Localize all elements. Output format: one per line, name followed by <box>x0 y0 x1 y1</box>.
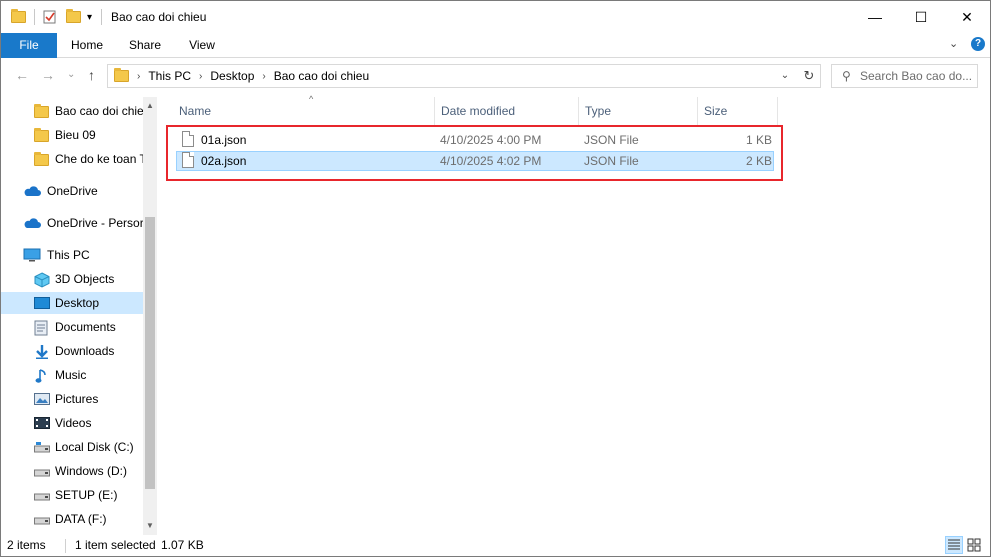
nav-item-che-do-ke-toan[interactable]: Che do ke toan T <box>1 148 143 170</box>
file-icon <box>182 131 194 147</box>
column-header-date-modified[interactable]: Date modified <box>435 97 579 125</box>
tab-share[interactable]: Share <box>121 33 169 58</box>
column-header-size[interactable]: Size <box>698 97 778 125</box>
breadcrumb-desktop[interactable]: Desktop <box>210 69 254 83</box>
tab-file[interactable]: File <box>1 33 57 58</box>
details-view-icon[interactable] <box>945 536 963 554</box>
music-icon <box>34 368 50 383</box>
table-row[interactable]: 01a.json 4/10/2025 4:00 PM JSON File 1 K… <box>176 130 774 150</box>
nav-item-music[interactable]: Music <box>1 364 143 386</box>
new-folder-icon[interactable] <box>66 9 81 25</box>
tab-view[interactable]: View <box>179 33 225 58</box>
nav-item-this-pc[interactable]: This PC <box>1 244 143 266</box>
nav-item-bieu-09[interactable]: Bieu 09 <box>1 124 143 146</box>
folder-icon <box>34 152 50 166</box>
expand-ribbon-icon[interactable]: ⌄ <box>949 37 958 50</box>
window-title: Bao cao doi chieu <box>111 10 207 24</box>
address-dropdown-icon[interactable]: ⌄ <box>776 65 794 87</box>
video-icon <box>34 416 50 430</box>
drive-icon <box>34 464 50 478</box>
breadcrumb-separator[interactable]: › <box>137 71 140 82</box>
nav-item-local-disk-c[interactable]: Local Disk (C:) <box>1 436 143 458</box>
cloud-icon <box>23 216 41 230</box>
search-icon: ⚲ <box>842 69 851 83</box>
scroll-up-icon[interactable]: ▲ <box>143 99 157 113</box>
help-icon[interactable]: ? <box>971 37 985 51</box>
customize-quick-access-icon[interactable]: ▾ <box>87 9 92 25</box>
column-header-type[interactable]: Type <box>579 97 698 125</box>
file-explorer-window: ▾ Bao cao doi chieu — ☐ ✕ File Home Shar… <box>0 0 991 557</box>
up-icon[interactable]: ↑ <box>88 67 95 83</box>
folder-icon <box>34 128 50 142</box>
nav-item-bao-cao-doi-chieu[interactable]: Bao cao doi chie <box>1 100 143 122</box>
file-icon <box>182 152 194 168</box>
ribbon-tabs: File Home Share View ⌄ ? <box>1 33 990 58</box>
navigation-pane: Bao cao doi chie Bieu 09 Che do ke toan … <box>1 97 157 535</box>
nav-item-documents[interactable]: Documents <box>1 316 143 338</box>
desktop-icon <box>34 296 50 310</box>
selection-count: 1 item selected <box>75 538 156 552</box>
nav-item-videos[interactable]: Videos <box>1 412 143 434</box>
nav-item-desktop[interactable]: Desktop <box>1 292 143 314</box>
back-icon[interactable]: ← <box>15 67 29 83</box>
file-name: 01a.json <box>201 133 247 147</box>
properties-icon[interactable] <box>42 9 58 25</box>
table-row[interactable]: 02a.json 4/10/2025 4:02 PM JSON File 2 K… <box>176 151 774 171</box>
scroll-down-icon[interactable]: ▼ <box>143 519 157 533</box>
file-list: Name ^ Date modified Type Size 01a.json … <box>161 94 990 535</box>
scrollbar-thumb[interactable] <box>145 217 155 489</box>
forward-icon[interactable]: → <box>41 67 55 83</box>
address-bar[interactable]: › This PC › Desktop › Bao cao doi chieu … <box>107 64 821 88</box>
status-bar: 2 items 1 item selected 1.07 KB <box>1 535 990 556</box>
file-date-modified: 4/10/2025 4:00 PM <box>440 133 542 147</box>
breadcrumb-current-folder[interactable]: Bao cao doi chieu <box>274 69 369 83</box>
navigation-bar: ← → ⌄ ↑ › This PC › Desktop › Bao cao do… <box>1 59 990 93</box>
nav-item-onedrive[interactable]: OneDrive <box>1 180 143 202</box>
item-count: 2 items <box>7 538 46 552</box>
file-type: JSON File <box>584 154 639 168</box>
folder-icon <box>114 67 129 85</box>
file-type: JSON File <box>584 133 639 147</box>
breadcrumb-this-pc[interactable]: This PC <box>148 69 191 83</box>
close-button[interactable]: ✕ <box>944 1 990 33</box>
drive-icon <box>34 440 50 454</box>
folder-icon <box>34 104 50 118</box>
file-size: 2 KB <box>746 154 773 168</box>
selection-size: 1.07 KB <box>161 538 204 552</box>
breadcrumb-separator[interactable]: › <box>262 71 265 82</box>
drive-icon <box>34 512 50 526</box>
search-box[interactable]: ⚲ <box>831 64 978 88</box>
picture-icon <box>34 392 50 406</box>
minimize-button[interactable]: — <box>852 1 898 33</box>
breadcrumb-separator[interactable]: › <box>199 71 202 82</box>
file-size: 1 KB <box>746 133 773 147</box>
search-input[interactable] <box>860 69 975 83</box>
sort-ascending-icon: ^ <box>309 94 314 104</box>
document-icon <box>34 320 50 336</box>
nav-item-data-f[interactable]: DATA (F:) <box>1 508 143 530</box>
title-bar: ▾ Bao cao doi chieu — ☐ ✕ <box>1 1 990 33</box>
refresh-icon[interactable]: ↻ <box>798 65 820 87</box>
nav-item-windows-d[interactable]: Windows (D:) <box>1 460 143 482</box>
nav-item-pictures[interactable]: Pictures <box>1 388 143 410</box>
maximize-button[interactable]: ☐ <box>898 1 944 33</box>
nav-item-setup-e[interactable]: SETUP (E:) <box>1 484 143 506</box>
drive-icon <box>34 488 50 502</box>
folder-icon <box>11 9 26 25</box>
large-icons-view-icon[interactable] <box>965 536 983 554</box>
nav-item-3d-objects[interactable]: 3D Objects <box>1 268 143 290</box>
download-icon <box>34 344 50 359</box>
nav-item-onedrive-personal[interactable]: OneDrive - Persor <box>1 212 143 234</box>
file-name: 02a.json <box>201 154 247 168</box>
recent-locations-icon[interactable]: ⌄ <box>67 69 75 80</box>
tab-home[interactable]: Home <box>63 33 111 58</box>
computer-icon <box>23 248 41 262</box>
nav-item-downloads[interactable]: Downloads <box>1 340 143 362</box>
cloud-icon <box>23 184 41 198</box>
navigation-pane-scrollbar[interactable]: ▲ ▼ <box>143 97 157 535</box>
cube-icon <box>34 272 50 288</box>
file-date-modified: 4/10/2025 4:02 PM <box>440 154 542 168</box>
column-header-name[interactable]: Name ^ <box>173 94 435 125</box>
